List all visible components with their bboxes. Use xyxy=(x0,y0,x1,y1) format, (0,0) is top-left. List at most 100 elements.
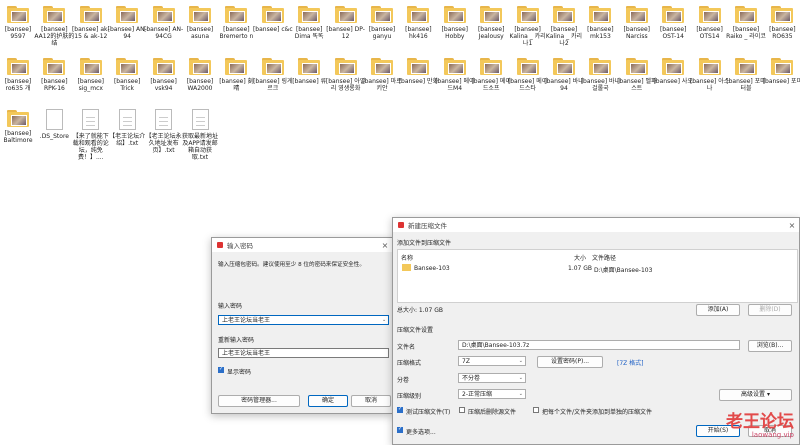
close-icon[interactable]: × xyxy=(785,221,799,230)
folder-item[interactable]: [bansee] 9597 xyxy=(0,6,36,40)
file-item[interactable]: 【来了就能下载和观看的论坛，纯免费！】.... xyxy=(73,109,109,161)
archive-dialog-titlebar: 新建压缩文件 × xyxy=(393,218,799,232)
item-label: [bansee] AN-94CG xyxy=(144,26,184,40)
filename-field[interactable]: D:\桌面\Bansee-103.7z xyxy=(458,340,740,350)
folder-item[interactable]: [bansee] 류 xyxy=(291,58,327,85)
level-select[interactable]: 2-正常压缩 ⌄ xyxy=(458,389,526,399)
item-label: [bansee] Raiko _ 라이코 xyxy=(726,26,766,40)
folder-item[interactable]: [bansee] vsk94 xyxy=(146,58,182,92)
cancel-button[interactable]: 取消 xyxy=(351,395,391,407)
folder-item[interactable]: [bansee] 마르키안 xyxy=(362,58,402,92)
folder-item[interactable]: [bansee] DP-12 xyxy=(326,6,365,40)
browse-button[interactable]: 浏览(B)... xyxy=(748,340,792,352)
folder-item[interactable]: [bansee] asuna xyxy=(182,6,218,40)
folder-item[interactable]: [bansee] c&c xyxy=(252,6,293,33)
item-label: [bansee] hk416 xyxy=(405,26,432,40)
delete-button[interactable]: 删除(D) xyxy=(748,304,792,316)
folder-item[interactable]: [bansee] Raiko _ 라이코 xyxy=(726,6,766,40)
folder-item[interactable]: [bansee] RPK-16 xyxy=(36,58,72,92)
folder-item[interactable]: [bansee] 사오 xyxy=(653,58,693,85)
item-label: [bansee] c&c xyxy=(252,26,293,33)
folder-item[interactable]: [bansee] RO635 xyxy=(764,6,800,40)
item-label: [bansee] DP-12 xyxy=(326,26,365,40)
settings-label: 压缩文件设置 xyxy=(397,327,434,334)
chevron-down-icon: ⌄ xyxy=(518,391,523,397)
list-item[interactable]: Bansee-103 1.07 GB D:\桌面\Bansee-103 xyxy=(400,263,794,274)
folder-item[interactable]: [bansee] 벨파스트 xyxy=(617,58,657,92)
folder-item[interactable]: [bansee] 포미터블 xyxy=(726,58,766,92)
delete-source-checkbox[interactable] xyxy=(459,407,465,413)
folder-icon xyxy=(407,58,430,75)
folder-item[interactable]: [bansee] sig_mcx xyxy=(73,58,109,92)
folder-item[interactable]: [bansee] 메이드소프 xyxy=(471,58,511,92)
folder-item[interactable]: [bansee] 메이드스타 xyxy=(508,58,547,92)
reenter-password-field[interactable]: 上老王论坛当老王 xyxy=(218,348,389,358)
item-label: .DS_Store xyxy=(39,133,69,140)
col-path-header[interactable]: 文件路径 xyxy=(592,253,616,262)
folder-item[interactable]: [bansee] WA2000 xyxy=(182,58,218,92)
split-select[interactable]: 不分卷 ⌄ xyxy=(458,373,526,383)
folder-item[interactable]: [bansee] Dima 똑똑 xyxy=(291,6,327,40)
enter-password-field[interactable]: 上老王论坛当老王 xyxy=(218,315,389,325)
item-label: [bansee] Narciss xyxy=(623,26,651,40)
file-item[interactable]: .DS_Store xyxy=(36,109,72,140)
format-note[interactable]: [7Z 格式] xyxy=(617,358,644,367)
item-label: [bansee] Jealousy xyxy=(477,26,505,40)
folder-item[interactable]: [bansee] Baltimore xyxy=(0,110,36,144)
folder-item[interactable]: [bansee] Narciss xyxy=(619,6,655,40)
folder-item[interactable]: [bansee] ro635 개 xyxy=(0,58,36,92)
folder-item[interactable]: [bansee] Trick xyxy=(109,58,145,92)
folder-item[interactable]: [bansee] 바니걸롤국 xyxy=(581,58,620,92)
folder-item[interactable]: [bansee] AN-94CG xyxy=(144,6,184,40)
close-icon[interactable]: × xyxy=(378,241,392,250)
col-name-header[interactable]: 名称 xyxy=(401,253,413,262)
add-button[interactable]: 添加(A) xyxy=(696,304,740,316)
folder-item[interactable]: [bansee] OST-14 xyxy=(655,6,691,40)
chevron-down-icon[interactable]: ⌄ xyxy=(382,317,386,323)
item-label: [bansee] ak-15 & ak-12 xyxy=(71,26,110,40)
folder-icon xyxy=(116,58,139,75)
folder-icon xyxy=(261,58,284,75)
folder-item[interactable]: [bansee] Kalina _ 카리나2 xyxy=(546,6,582,47)
folder-item[interactable]: [bansee] OTS14 xyxy=(692,6,728,40)
folder-item[interactable]: [bansee] hk416 xyxy=(400,6,436,40)
item-label: 获取最新地址及APP请发邮箱自动获取.txt xyxy=(181,133,218,161)
folder-item[interactable]: [bansee] AA12的护肤的结 xyxy=(34,6,74,47)
folder-item[interactable]: [bansee] AN-94 xyxy=(108,6,147,40)
folder-item[interactable]: [bansee] 刻晴 xyxy=(218,58,254,92)
folder-item[interactable]: [bansee] ganyu xyxy=(364,6,400,40)
show-password-checkbox[interactable] xyxy=(218,366,224,373)
file-item[interactable]: 【老王论坛介绍】.txt xyxy=(109,109,145,147)
format-select[interactable]: 7Z ⌄ xyxy=(458,356,526,366)
folder-item[interactable]: [bansee] 아스나 xyxy=(690,58,729,92)
more-options-label[interactable]: 更多选项... xyxy=(406,427,436,436)
folder-item[interactable]: [bansee] Jealousy xyxy=(473,6,509,40)
folder-item[interactable]: [bansee] Kalina _ 카리나1 xyxy=(510,6,546,47)
advanced-settings-button[interactable]: 高级设置 ▾ xyxy=(719,389,792,401)
password-manager-button[interactable]: 密码管理器... xyxy=(218,395,300,407)
folder-item[interactable]: [bansee] 바니94 xyxy=(544,58,584,92)
folder-item[interactable]: [bansee] 만화 xyxy=(399,58,438,85)
folder-icon xyxy=(480,58,503,75)
test-archive-label: 测试压缩文件(T) xyxy=(406,409,451,416)
folder-icon xyxy=(116,6,139,23)
col-size-header[interactable]: 大小 xyxy=(574,253,586,262)
item-label: [bansee] 류 xyxy=(292,78,327,85)
folder-item[interactable]: [bansee] Hobby xyxy=(437,6,473,40)
folder-item[interactable]: [bansee] Bremerto n xyxy=(218,6,254,40)
file-item[interactable]: 【老王论坛永久地址发布页】.txt xyxy=(146,109,182,154)
more-options-checkbox[interactable] xyxy=(397,426,403,433)
set-password-button[interactable]: 设置密码(P)... xyxy=(537,356,603,368)
folder-item[interactable]: [bansee] 아일리 영생롱화 xyxy=(326,58,365,92)
test-archive-checkbox[interactable] xyxy=(397,406,403,413)
ok-button[interactable]: 确定 xyxy=(308,395,348,407)
folder-item[interactable]: [bansee] 링게르크 xyxy=(253,58,293,92)
folder-icon xyxy=(152,58,175,75)
folder-item[interactable]: [bansee] ak-15 & ak-12 xyxy=(71,6,110,40)
folder-item[interactable]: [bansee] mk153 xyxy=(582,6,618,40)
folder-item[interactable]: [bansee] 메이드M4 xyxy=(435,58,475,92)
folder-item[interactable]: [bansee] 포미 xyxy=(763,58,800,85)
separate-archives-checkbox[interactable] xyxy=(533,407,539,413)
file-item[interactable]: 获取最新地址及APP请发邮箱自动获取.txt xyxy=(181,109,218,161)
file-name: Bansee-103 xyxy=(414,265,450,272)
